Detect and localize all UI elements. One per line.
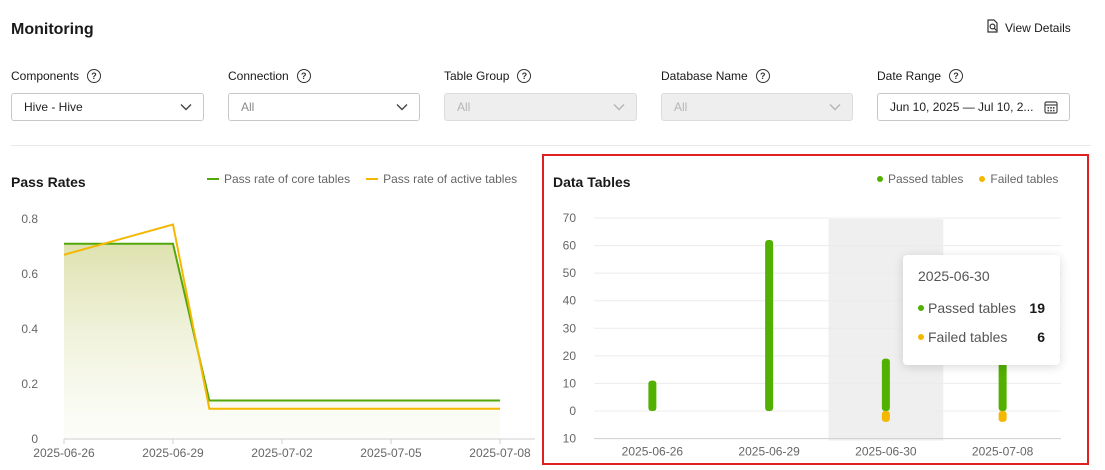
components-label-row: Components? (11, 68, 204, 84)
tooltip-failed-label: Failed tables (928, 328, 1008, 345)
help-icon[interactable]: ? (296, 69, 311, 83)
table-group-label-row: Table Group? (444, 68, 637, 84)
tooltip-passed-label: Passed tables (928, 299, 1016, 316)
connection-select[interactable]: All (228, 93, 420, 121)
y-tick-label: 0.6 (21, 267, 38, 281)
help-icon[interactable]: ? (87, 69, 102, 83)
components-value: Hive - Hive (24, 100, 83, 114)
date-range-label: Date Range (877, 69, 942, 83)
connection-label-row: Connection? (228, 68, 420, 84)
database-name-value: All (674, 100, 688, 114)
view-details-link[interactable]: View Details (985, 19, 1071, 36)
tooltip-passed-value: 19 (1029, 299, 1045, 316)
table-group-select: All (444, 93, 637, 121)
date-range-select[interactable]: Jun 10, 2025 — Jul 10, 2... (877, 93, 1070, 121)
x-tick-label: 2025-07-08 (469, 446, 531, 460)
calendar-icon (1044, 100, 1058, 114)
chart-tooltip: 2025-06-30 Passed tables 19 Failed table… (903, 255, 1060, 365)
date-range-label-row: Date Range? (877, 68, 1070, 84)
database-name-label-row: Database Name? (661, 68, 853, 84)
pass-rates-chart: 0 0.2 0.4 0.6 0.8 2025-06-26 2025-06-29 2025-07… (21, 212, 535, 460)
database-name-label: Database Name (661, 69, 748, 83)
x-tick-label: 2025-06-26 (33, 446, 95, 460)
tooltip-passed-dot (918, 304, 924, 311)
filter-0: Components? Hive - Hive (11, 68, 204, 121)
chevron-down-icon (180, 103, 192, 111)
y-tick-label: 0.4 (21, 322, 38, 336)
legend-core-label: Pass rate of core tables (224, 172, 351, 186)
table-group-label: Table Group (444, 69, 510, 83)
x-tick-label: 2025-07-02 (251, 446, 313, 460)
filter-1: Connection? All (228, 68, 420, 121)
chevron-down-icon (396, 103, 408, 111)
chevron-down-icon (613, 103, 625, 111)
pass-rates-legend: Pass rate of core tables Pass rate of ac… (207, 172, 517, 186)
legend-core-tables[interactable]: Pass rate of core tables (207, 172, 350, 186)
y-tick-label: 0.8 (21, 212, 38, 226)
help-icon[interactable]: ? (755, 69, 770, 83)
y-tick-label: 0.2 (21, 377, 38, 391)
database-name-select: All (661, 93, 853, 121)
core-line-swatch (207, 178, 219, 180)
filter-4: Date Range? Jun 10, 2025 — Jul 10, 2... (877, 68, 1070, 121)
pass-rates-title: Pass Rates (11, 174, 86, 190)
date-range-value: Jun 10, 2025 — Jul 10, 2... (890, 100, 1034, 114)
help-icon[interactable]: ? (949, 69, 964, 83)
active-line-swatch (366, 178, 379, 180)
legend-active-tables[interactable]: Pass rate of active tables (366, 172, 517, 186)
connection-value: All (241, 100, 255, 114)
filter-3: Database Name? All (661, 68, 853, 121)
filter-2: Table Group? All (444, 68, 637, 121)
view-details-label: View Details (1005, 20, 1071, 35)
tooltip-date: 2025-06-30 (918, 268, 990, 284)
tooltip-passed-row: Passed tables 19 (918, 293, 1045, 322)
chevron-down-icon (829, 103, 841, 111)
components-label: Components (11, 69, 80, 83)
connection-label: Connection (228, 69, 289, 83)
search-document-icon (985, 19, 999, 36)
section-divider (11, 145, 1091, 146)
tooltip-failed-dot (918, 333, 924, 340)
x-tick-label: 2025-07-05 (360, 446, 422, 460)
y-tick-label: 0 (31, 432, 38, 446)
components-select[interactable]: Hive - Hive (11, 93, 204, 121)
legend-active-label: Pass rate of active tables (383, 172, 518, 186)
x-tick-label: 2025-06-29 (142, 446, 204, 460)
tooltip-failed-row: Failed tables 6 (918, 322, 1045, 351)
help-icon[interactable]: ? (517, 69, 532, 83)
tooltip-failed-value: 6 (1037, 328, 1045, 345)
page-title: Monitoring (11, 21, 94, 38)
table-group-value: All (457, 100, 471, 114)
